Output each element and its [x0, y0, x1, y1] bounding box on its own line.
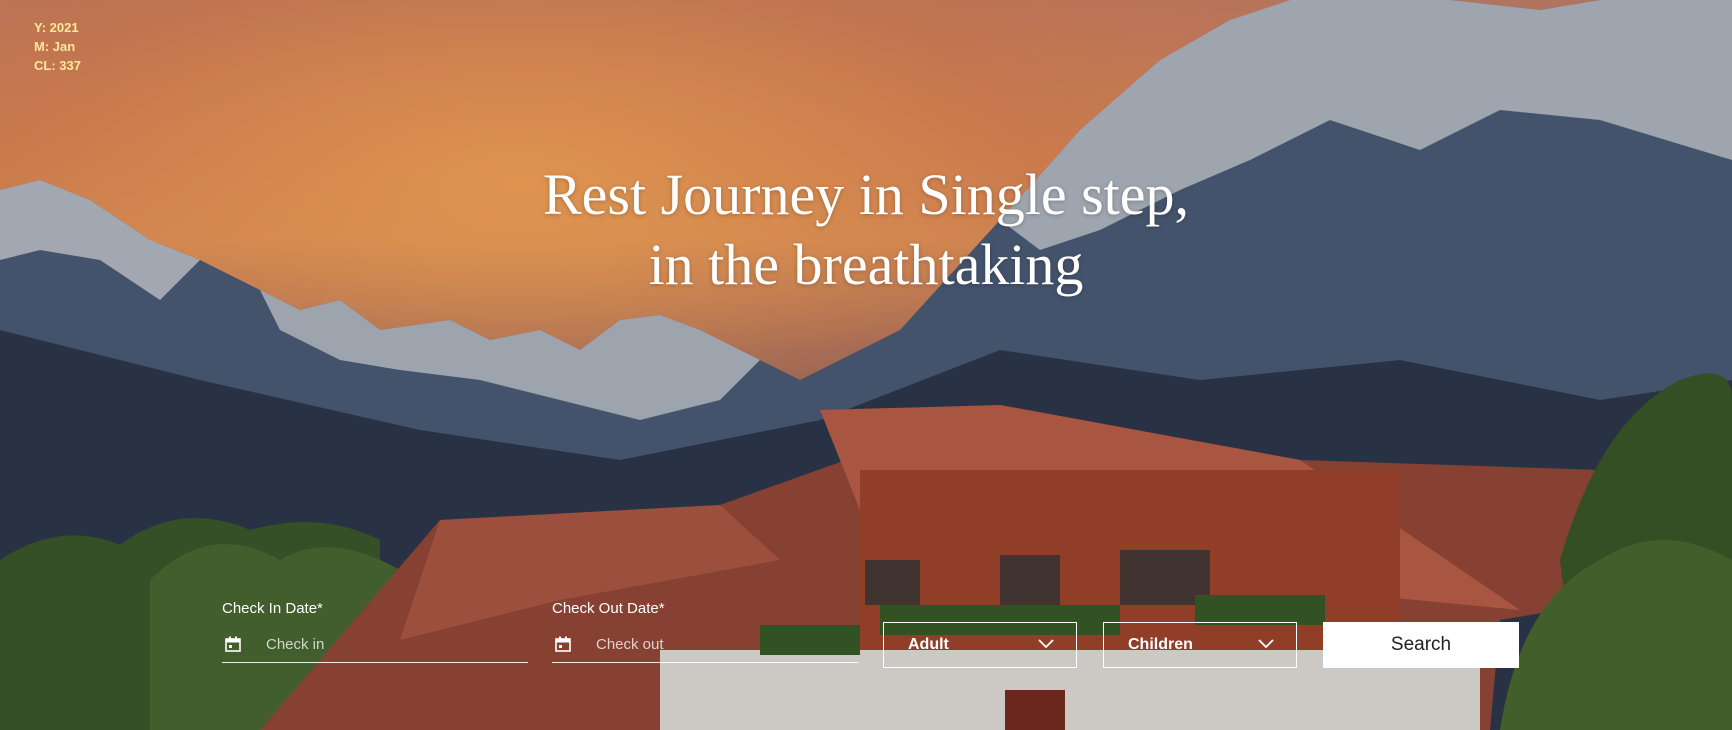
calendar-icon[interactable]	[554, 635, 572, 653]
check-out-field: Check Out Date*	[552, 600, 858, 663]
hero-headline: Rest Journey in Single step, in the brea…	[0, 160, 1732, 300]
check-out-input[interactable]	[594, 634, 818, 654]
stats-overlay: Y: 2021 M: Jan CL: 337	[34, 18, 81, 75]
headline-line-2: in the breathtaking	[648, 232, 1084, 297]
calendar-icon[interactable]	[224, 635, 242, 653]
stats-month: M: Jan	[34, 39, 76, 54]
adult-select[interactable]: Adult	[883, 622, 1077, 668]
stats-cl: CL: 337	[34, 58, 81, 73]
check-in-row[interactable]	[222, 626, 528, 663]
check-in-label: Check In Date*	[222, 600, 323, 617]
search-button[interactable]: Search	[1323, 622, 1519, 668]
chevron-down-icon	[1038, 636, 1054, 654]
children-select-value: Children	[1128, 636, 1193, 653]
children-select[interactable]: Children	[1103, 622, 1297, 668]
chevron-down-icon	[1258, 636, 1274, 654]
check-out-label: Check Out Date*	[552, 600, 665, 617]
headline-line-1: Rest Journey in Single step,	[542, 162, 1189, 227]
stats-year: Y: 2021	[34, 20, 79, 35]
check-in-field: Check In Date*	[222, 600, 528, 663]
adult-select-value: Adult	[908, 636, 949, 653]
hero-section: Y: 2021 M: Jan CL: 337 Rest Journey in S…	[0, 0, 1732, 730]
check-out-row[interactable]	[552, 626, 858, 663]
check-in-input[interactable]	[264, 634, 488, 654]
